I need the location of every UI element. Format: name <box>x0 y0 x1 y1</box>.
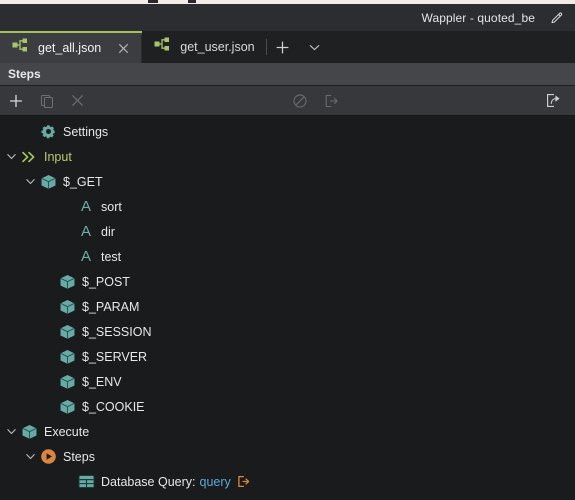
play-circle-icon <box>38 444 58 469</box>
pencil-icon[interactable] <box>547 8 567 28</box>
tree-row-label: dir <box>101 224 115 239</box>
add-step-button[interactable] <box>0 86 31 115</box>
tree-row[interactable]: Execute <box>0 419 575 444</box>
tab-label: get_all.json <box>38 41 102 55</box>
tree-row-label: sort <box>101 199 122 214</box>
letter-a-icon: A <box>80 198 91 215</box>
tree-row-label: $_COOKIE <box>82 399 145 414</box>
tree-row[interactable]: Asort <box>0 194 575 219</box>
panel-title: Steps <box>8 67 41 81</box>
cube-icon <box>19 419 39 444</box>
chevron-down-icon[interactable] <box>22 444 38 469</box>
letter-a-icon: A <box>80 223 91 240</box>
wappler-window: Wappler - quoted_be get_all.json get_use… <box>0 0 575 500</box>
cube-icon <box>57 294 77 319</box>
tree-row[interactable]: $_COOKIE <box>0 394 575 419</box>
steps-tree: Settings Input $_GET Asort Adir Atest $_POS… <box>0 116 575 500</box>
window-title: Wappler - quoted_be <box>421 10 535 25</box>
chevrons-icon <box>19 144 39 169</box>
tree-row-value[interactable]: query <box>200 475 231 489</box>
cube-icon <box>57 269 77 294</box>
tree-row-label: test <box>101 249 122 264</box>
tree-row-label: $_POST <box>82 274 130 289</box>
move-out-button[interactable] <box>316 86 347 115</box>
tab-get-user-json[interactable]: get_user.json <box>142 31 265 63</box>
table-icon <box>76 469 96 494</box>
cube-icon <box>57 319 77 344</box>
steps-toolbar <box>0 86 575 116</box>
cube-icon <box>57 394 77 419</box>
duplicate-step-button[interactable] <box>31 86 62 115</box>
cropped-top-strip <box>0 0 575 4</box>
delete-step-button[interactable] <box>62 86 93 115</box>
tab-label: get_user.json <box>180 40 255 54</box>
tree-row[interactable]: $_POST <box>0 269 575 294</box>
tree-row-label: Input <box>44 149 72 164</box>
chevron-down-icon[interactable] <box>3 419 19 444</box>
toolbar-middle-group <box>285 86 347 115</box>
tree-row-label: $_GET <box>63 174 103 189</box>
tree-row[interactable]: Adir <box>0 219 575 244</box>
gear-icon <box>38 119 58 144</box>
panel-header: Steps <box>0 63 575 86</box>
flow-node-icon <box>12 38 29 58</box>
tree-row[interactable]: $_PARAM <box>0 294 575 319</box>
chevron-down-icon[interactable] <box>3 144 19 169</box>
tab-list-dropdown-button[interactable] <box>299 31 331 63</box>
tree-row-label: $_SESSION <box>82 324 152 339</box>
share-export-button[interactable] <box>538 86 569 115</box>
tree-row[interactable]: $_SESSION <box>0 319 575 344</box>
tree-row-label: $_SERVER <box>82 349 148 364</box>
tree-row-label: $_ENV <box>82 374 122 389</box>
tree-row-label: Steps <box>63 449 95 464</box>
tree-row[interactable]: $_ENV <box>0 369 575 394</box>
close-icon[interactable] <box>116 41 131 56</box>
tree-row-label: Database Query: <box>101 474 196 489</box>
flow-node-icon <box>154 37 171 57</box>
tree-row[interactable]: $_GET <box>0 169 575 194</box>
cube-icon <box>57 344 77 369</box>
tree-row[interactable]: Input <box>0 144 575 169</box>
tree-row[interactable]: Settings <box>0 119 575 144</box>
tree-row-label: Execute <box>44 424 90 439</box>
new-tab-button[interactable] <box>267 31 299 63</box>
chevron-down-icon[interactable] <box>22 169 38 194</box>
exit-arrow-orange-icon[interactable] <box>237 475 250 488</box>
tree-row-label: $_PARAM <box>82 299 140 314</box>
tree-row[interactable]: Database Query: query <box>0 469 575 494</box>
cube-icon <box>57 369 77 394</box>
letter-a-icon: A <box>80 248 91 265</box>
tree-row-label: Settings <box>63 124 109 139</box>
tree-row[interactable]: Steps <box>0 444 575 469</box>
tree-row[interactable]: Atest <box>0 244 575 269</box>
title-bar: Wappler - quoted_be <box>0 4 575 31</box>
disable-step-button[interactable] <box>285 86 316 115</box>
tree-row[interactable]: $_SERVER <box>0 344 575 369</box>
tab-get-all-json[interactable]: get_all.json <box>0 31 143 63</box>
tab-bar: get_all.json get_user.json <box>0 31 575 63</box>
cube-icon <box>38 169 58 194</box>
